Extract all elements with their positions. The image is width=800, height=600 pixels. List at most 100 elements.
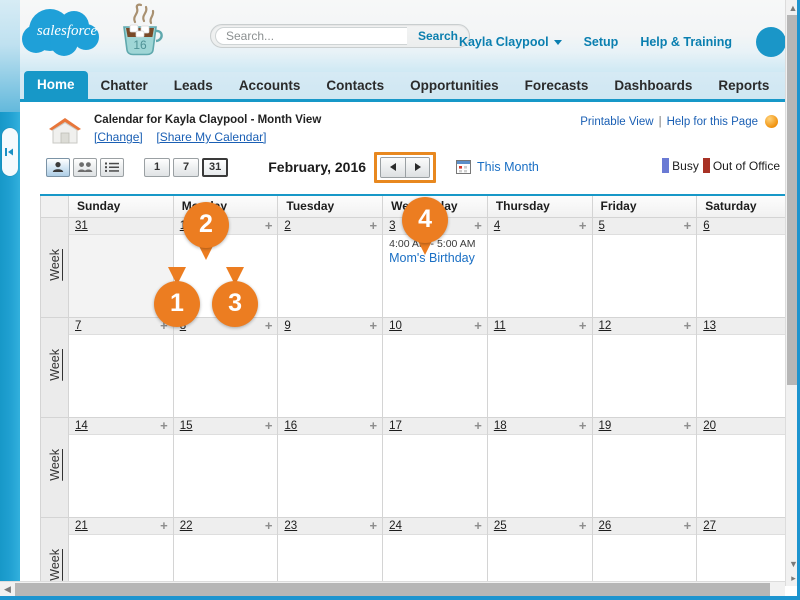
calendar-day-cell[interactable]: 10 + (382, 316, 488, 418)
day-number-link[interactable]: 19 (599, 420, 612, 432)
day-number-link[interactable]: 25 (494, 520, 507, 532)
month-view-button[interactable]: 31 (202, 157, 229, 177)
calendar-day-cell[interactable]: 3 +4:00 AM - 5:00 AM Mom's Birthday (382, 216, 488, 318)
add-event-icon[interactable]: + (474, 319, 482, 332)
day-number-link[interactable]: 14 (75, 420, 88, 432)
tab-leads[interactable]: Leads (161, 73, 226, 99)
previous-month-button[interactable] (381, 157, 406, 177)
add-event-icon[interactable]: + (160, 419, 168, 432)
calendar-day-cell[interactable]: 13+ (696, 316, 788, 418)
add-event-icon[interactable]: + (684, 419, 692, 432)
add-event-icon[interactable]: + (579, 419, 587, 432)
single-user-view-icon[interactable] (46, 157, 70, 177)
day-number-link[interactable]: 31 (75, 220, 88, 232)
tab-dashboards[interactable]: Dashboards (601, 73, 705, 99)
day-number-link[interactable]: 3 (389, 220, 395, 232)
week-view-button[interactable]: 7 (173, 157, 199, 177)
help-for-this-page-link[interactable]: Help for this Page (667, 116, 758, 128)
day-number-link[interactable]: 7 (75, 320, 81, 332)
add-event-icon[interactable]: + (684, 519, 692, 532)
day-number-link[interactable]: 11 (494, 320, 506, 332)
tab-home[interactable]: Home (24, 71, 88, 99)
calendar-day-cell[interactable]: 27+ (696, 516, 788, 584)
add-event-icon[interactable]: + (474, 519, 482, 532)
add-event-icon[interactable]: + (160, 519, 168, 532)
calendar-day-cell[interactable]: 14 + (68, 416, 174, 518)
salesforce-logo[interactable]: salesforce (20, 6, 114, 58)
next-month-button[interactable] (405, 157, 430, 177)
user-menu[interactable]: Kayla Claypool (459, 35, 562, 49)
calendar-day-cell[interactable]: 17 + (382, 416, 488, 518)
calendar-day-cell[interactable]: 24 + (382, 516, 488, 584)
calendar-day-cell[interactable]: 11 + (486, 316, 593, 418)
week-link[interactable]: Week (48, 449, 62, 481)
day-number-link[interactable]: 12 (599, 320, 612, 332)
add-event-icon[interactable]: + (579, 319, 587, 332)
add-event-icon[interactable]: + (474, 419, 482, 432)
help-orb-icon[interactable] (765, 115, 778, 128)
printable-view-link[interactable]: Printable View (580, 116, 653, 128)
day-number-link[interactable]: 23 (284, 520, 297, 532)
day-number-link[interactable]: 13 (703, 320, 716, 332)
add-event-icon[interactable]: + (474, 219, 482, 232)
calendar-grid-scroll[interactable]: Sunday Monday Tuesday Wednesday Thursday… (40, 194, 788, 584)
day-view-button[interactable]: 1 (144, 157, 170, 177)
day-number-link[interactable]: 15 (180, 420, 193, 432)
setup-link[interactable]: Setup (584, 35, 619, 49)
calendar-day-cell[interactable]: 31 (68, 216, 174, 318)
add-event-icon[interactable]: + (684, 319, 692, 332)
change-calendar-link[interactable]: [Change] (94, 130, 143, 144)
calendar-day-cell[interactable]: 8 + (172, 316, 279, 418)
calendar-day-cell[interactable]: 15 + (172, 416, 279, 518)
calendar-day-cell[interactable]: 18 + (486, 416, 593, 518)
avatar[interactable] (756, 27, 786, 57)
sidebar-expand-handle[interactable] (2, 128, 18, 176)
calendar-day-cell[interactable]: 7 + (68, 316, 174, 418)
tab-forecasts[interactable]: Forecasts (512, 73, 602, 99)
day-number-link[interactable]: 22 (180, 520, 193, 532)
calendar-day-cell[interactable]: 16 + (277, 416, 384, 518)
week-number-cell[interactable]: Week (40, 516, 69, 584)
calendar-day-cell[interactable]: 5 + (591, 216, 698, 318)
day-number-link[interactable]: 9 (284, 320, 290, 332)
calendar-day-cell[interactable]: 4 + (486, 216, 593, 318)
week-link[interactable]: Week (48, 349, 62, 381)
week-link[interactable]: Week (48, 549, 62, 581)
add-event-icon[interactable]: + (160, 319, 168, 332)
add-event-icon[interactable]: + (265, 419, 273, 432)
tab-accounts[interactable]: Accounts (226, 73, 314, 99)
calendar-day-cell[interactable]: 22 + (172, 516, 279, 584)
tab-reports[interactable]: Reports (705, 73, 782, 99)
calendar-day-cell[interactable]: 6+ (696, 216, 788, 318)
add-event-icon[interactable]: + (265, 319, 273, 332)
add-event-icon[interactable]: + (684, 219, 692, 232)
calendar-day-cell[interactable]: 12 + (591, 316, 698, 418)
add-event-icon[interactable]: + (370, 219, 378, 232)
calendar-day-cell[interactable]: 25 + (486, 516, 593, 584)
search-input[interactable] (215, 27, 407, 45)
share-calendar-link[interactable]: [Share My Calendar] (156, 130, 266, 144)
horizontal-scrollbar-thumb[interactable] (15, 583, 770, 596)
tab-contacts[interactable]: Contacts (313, 73, 397, 99)
this-month-link[interactable]: This Month (477, 160, 539, 174)
day-number-link[interactable]: 10 (389, 320, 402, 332)
calendar-day-cell[interactable]: 2 + (277, 216, 384, 318)
calendar-day-cell[interactable]: 21 + (68, 516, 174, 584)
add-event-icon[interactable]: + (579, 219, 587, 232)
day-number-link[interactable]: 26 (599, 520, 612, 532)
add-event-icon[interactable]: + (370, 319, 378, 332)
day-number-link[interactable]: 16 (284, 420, 297, 432)
calendar-day-cell[interactable]: 23 + (277, 516, 384, 584)
day-number-link[interactable]: 17 (389, 420, 402, 432)
calendar-day-cell[interactable]: 20+ (696, 416, 788, 518)
week-number-cell[interactable]: Week (40, 416, 69, 518)
day-number-link[interactable]: 1 (180, 220, 186, 232)
scroll-left-arrow[interactable]: ◀ (0, 582, 15, 597)
day-number-link[interactable]: 20 (703, 420, 716, 432)
day-number-link[interactable]: 18 (494, 420, 507, 432)
calendar-day-cell[interactable]: 26 + (591, 516, 698, 584)
day-number-link[interactable]: 5 (599, 220, 605, 232)
add-event-icon[interactable]: + (265, 519, 273, 532)
calendar-day-cell[interactable]: 1 + (172, 216, 279, 318)
list-view-icon[interactable] (100, 157, 124, 177)
